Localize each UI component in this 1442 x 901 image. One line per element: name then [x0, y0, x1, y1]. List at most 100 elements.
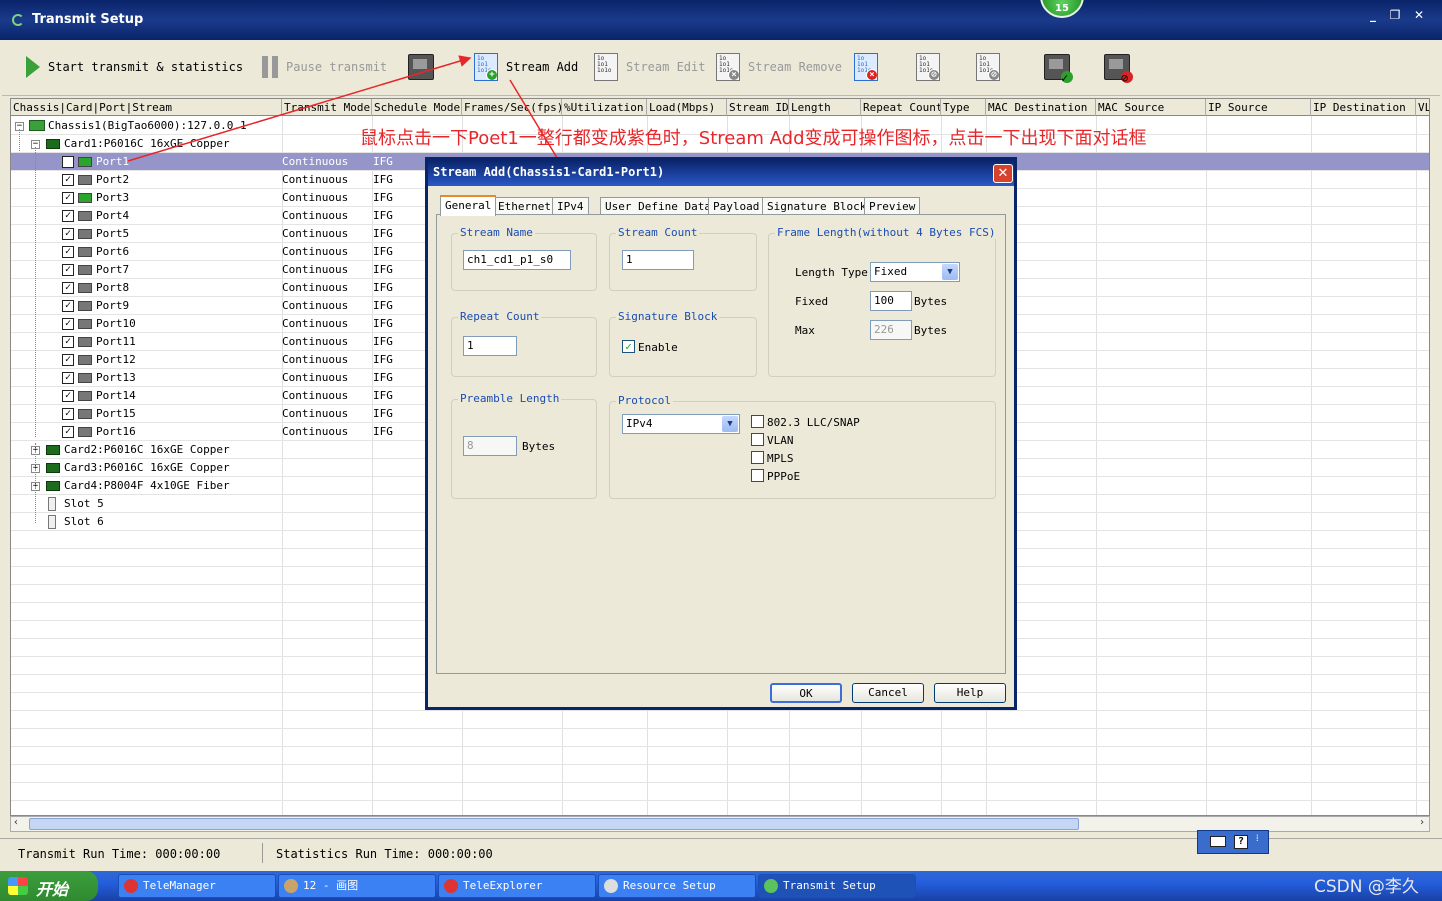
scroll-left-icon[interactable]: ‹	[13, 817, 19, 828]
col-frames-sec[interactable]: Frames/Sec(fps)	[462, 99, 562, 116]
port-checkbox[interactable]: ✓	[62, 318, 74, 330]
close-window-button[interactable]: ✕	[1410, 6, 1428, 24]
pppoe-checkbox[interactable]: ✓	[751, 469, 764, 482]
port-checkbox[interactable]: ✓	[62, 426, 74, 438]
col-ip-source[interactable]: IP Source	[1206, 99, 1311, 116]
fixed-label: Fixed	[795, 295, 829, 308]
port-checkbox[interactable]: ✓	[62, 210, 74, 222]
keyboard-icon[interactable]	[1210, 836, 1226, 847]
schedule-mode-cell: IFG	[373, 389, 393, 402]
stream-edit-button[interactable]: 1o 1o1 1o1o Stream Edit	[594, 50, 705, 84]
length-type-select[interactable]: Fixed ▼	[870, 262, 960, 282]
col-ip-destination[interactable]: IP Destination	[1311, 99, 1416, 116]
protocol-select[interactable]: IPv4 ▼	[622, 414, 740, 434]
stream-remove-button[interactable]: 1o 1o1 1o1o × Stream Remove	[716, 50, 842, 84]
empty-row[interactable]	[11, 747, 1429, 765]
tab-general[interactable]: General	[440, 195, 497, 216]
ime-menu-icon[interactable]: ⁞	[1256, 833, 1259, 844]
task-paint[interactable]: 12 - 画图	[278, 874, 436, 898]
empty-row[interactable]	[11, 765, 1429, 783]
col-chassis[interactable]: Chassis|Card|Port|Stream	[11, 99, 282, 116]
empty-row[interactable]	[11, 711, 1429, 729]
col-utilization[interactable]: %Utilization	[562, 99, 647, 116]
enable-checkbox[interactable]: ✓	[622, 340, 635, 353]
port-config-button[interactable]	[408, 50, 434, 84]
col-mac-source[interactable]: MAC Source	[1096, 99, 1206, 116]
scroll-thumb[interactable]	[29, 818, 1079, 830]
port-checkbox[interactable]: ✓	[62, 174, 74, 186]
port-checkbox[interactable]: ✓	[62, 390, 74, 402]
col-schedule-mode[interactable]: Schedule Mode	[372, 99, 462, 116]
mpls-checkbox[interactable]: ✓	[751, 451, 764, 464]
restore-button[interactable]: ❐	[1386, 6, 1404, 24]
port-checkbox[interactable]: ✓	[62, 228, 74, 240]
stream-count-input[interactable]: 1	[622, 250, 694, 270]
port-apply-button[interactable]: ✓	[1044, 50, 1073, 85]
col-type[interactable]: Type	[941, 99, 986, 116]
port-release-button[interactable]: ⊘	[1104, 50, 1133, 85]
port-checkbox[interactable]: ✓	[62, 246, 74, 258]
tab-ipv4[interactable]: IPv4	[552, 197, 589, 215]
stream-name-input[interactable]: ch1_cd1_p1_s0	[463, 250, 571, 270]
col-stream-id[interactable]: Stream ID	[727, 99, 789, 116]
tab-payload[interactable]: Payload	[708, 197, 765, 215]
port-checkbox[interactable]: ✓	[62, 282, 74, 294]
ime-toolbar[interactable]: ? ⁞	[1197, 830, 1269, 854]
vlan-checkbox[interactable]: ✓	[751, 433, 764, 446]
col-vlan[interactable]: VL	[1416, 99, 1429, 116]
task-telemanager[interactable]: TeleManager	[118, 874, 276, 898]
help-button[interactable]: Help	[934, 683, 1006, 703]
schedule-mode-cell: IFG	[373, 371, 393, 384]
stream-add-button[interactable]: 1o 1o1 1o1o + Stream Add	[474, 50, 578, 84]
llc-snap-checkbox[interactable]: ✓	[751, 415, 764, 428]
stream-remove-all-button[interactable]: 1o 1o1 1o1o ×	[854, 50, 878, 84]
port-checkbox[interactable]: ✓	[62, 192, 74, 204]
col-transmit-mode[interactable]: Transmit Mode	[282, 99, 372, 116]
dialog-close-button[interactable]: ✕	[993, 164, 1013, 183]
port-checkbox[interactable]: ✓	[62, 336, 74, 348]
tab-user-define-data[interactable]: User Define Data	[600, 197, 716, 215]
port-checkbox[interactable]: ✓	[62, 372, 74, 384]
empty-row[interactable]	[11, 783, 1429, 801]
task-transmit-setup[interactable]: Transmit Setup	[758, 874, 916, 898]
start-button[interactable]: 开始	[0, 871, 98, 901]
stream-disable-all-button[interactable]: 1o 1o1 1o1o ⊘	[976, 50, 1000, 84]
scroll-right-icon[interactable]: ›	[1419, 817, 1425, 828]
port-checkbox[interactable]: ✓	[62, 408, 74, 420]
task-teleexplorer[interactable]: TeleExplorer	[438, 874, 596, 898]
transmit-run-time: Transmit Run Time: 000:00:00	[18, 847, 221, 861]
repeat-count-input[interactable]: 1	[463, 336, 517, 356]
protocol-group: Protocol IPv4 ▼ ✓ 802.3 LLC/SNAP ✓ VLAN …	[609, 394, 996, 499]
tab-ethernet[interactable]: Ethernet	[493, 197, 556, 215]
port-icon	[78, 193, 92, 203]
pause-transmit-button[interactable]: Pause transmit	[262, 50, 387, 84]
col-length[interactable]: Length	[789, 99, 861, 116]
col-mac-destination[interactable]: MAC Destination	[986, 99, 1096, 116]
port-checkbox[interactable]: ✓	[62, 300, 74, 312]
cancel-button[interactable]: Cancel	[852, 683, 924, 703]
chevron-down-icon[interactable]: ▼	[722, 416, 738, 432]
fixed-length-input[interactable]: 100	[870, 291, 912, 311]
stream-disable-button[interactable]: 1o 1o1 1o1o ⊘	[916, 50, 940, 84]
schedule-mode-cell: IFG	[373, 281, 393, 294]
stream-edit-icon: 1o 1o1 1o1o	[594, 53, 618, 81]
port-checkbox[interactable]: ✓	[62, 156, 74, 168]
help-icon[interactable]: ?	[1234, 835, 1248, 849]
schedule-mode-cell: IFG	[373, 155, 393, 168]
transmit-mode-cell: Continuous	[282, 245, 349, 258]
empty-row[interactable]	[11, 729, 1429, 747]
col-repeat-count[interactable]: Repeat Count	[861, 99, 941, 116]
port-checkbox[interactable]: ✓	[62, 264, 74, 276]
minimize-button[interactable]: _	[1364, 6, 1382, 24]
port-label: Port11	[96, 335, 136, 348]
start-transmit-button[interactable]: Start transmit & statistics	[26, 50, 243, 84]
schedule-mode-cell: IFG	[373, 299, 393, 312]
port-checkbox[interactable]: ✓	[62, 354, 74, 366]
chevron-down-icon[interactable]: ▼	[942, 264, 958, 280]
tab-signature-block[interactable]: Signature Block	[762, 197, 872, 215]
tab-preview[interactable]: Preview	[864, 197, 921, 215]
port-icon	[78, 373, 92, 383]
ok-button[interactable]: OK	[770, 683, 842, 703]
task-resource-setup[interactable]: Resource Setup	[598, 874, 756, 898]
col-load[interactable]: Load(Mbps)	[647, 99, 727, 116]
